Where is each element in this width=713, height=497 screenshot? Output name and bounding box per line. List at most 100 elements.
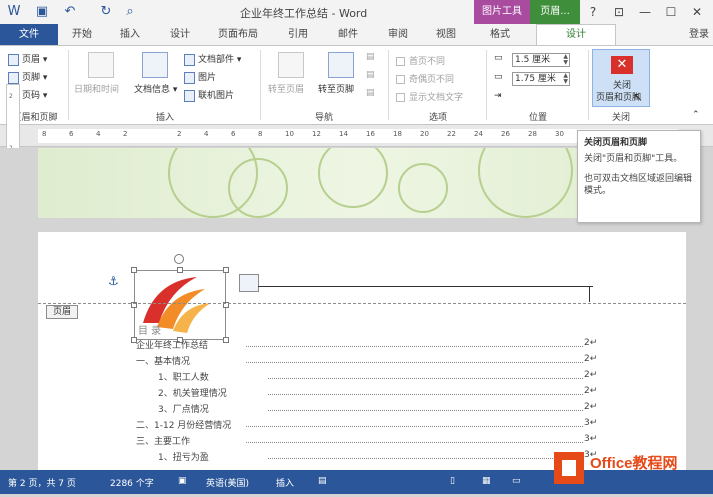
toc-entry[interactable]: 三、主要工作	[136, 434, 190, 447]
tooltip-line-1: 关闭"页眉和页脚"工具。	[584, 154, 683, 164]
footer-bottom-spinner[interactable]: 1.75 厘米 ▲ ▼	[512, 72, 570, 86]
toc-page-number: 2↵	[584, 338, 598, 348]
layout-options-icon[interactable]	[239, 274, 259, 292]
doc-info-button[interactable]: 文档信息 ▾	[134, 82, 177, 95]
link-previous-icon[interactable]: ▤	[366, 88, 375, 98]
resize-handle[interactable]	[223, 337, 229, 343]
close-icon: ✕	[611, 56, 633, 74]
ruler-tick-label: 30	[555, 130, 564, 138]
group-label-insert: 插入	[155, 113, 174, 123]
page-number-label: 页码	[22, 91, 41, 101]
show-document-text-checkbox[interactable]: 显示文档文字	[396, 90, 463, 103]
toc-entry[interactable]: 2、机关管理情况	[158, 386, 227, 399]
header-tag: 页眉	[46, 305, 78, 319]
date-time-button[interactable]: 日期和时间	[74, 82, 119, 95]
document-title: 企业年终工作总结 - Word	[240, 7, 368, 20]
login-link[interactable]: 登录	[689, 24, 709, 45]
macro-record-icon[interactable]: ▤	[318, 476, 327, 486]
ruler-tick-label: 8	[258, 130, 263, 138]
toc-leader	[246, 442, 583, 443]
toc-entry[interactable]: 3、厂点情况	[158, 402, 209, 415]
page-count[interactable]: 第 2 页，共 7 页	[8, 476, 76, 489]
doc-parts-dropdown[interactable]: 文档部件 ▾	[184, 52, 241, 66]
tab-format[interactable]: 格式	[490, 24, 510, 45]
footer-position-icon: ▭	[494, 72, 503, 82]
toc-page-number: 2↵	[584, 370, 598, 380]
close-window-button[interactable]: ✕	[688, 3, 706, 21]
ruler-tick-label: 18	[393, 130, 402, 138]
swirl-decoration	[228, 158, 288, 218]
goto-footer-button[interactable]: 转至页脚	[318, 82, 354, 95]
toc-entry[interactable]: 1、职工人数	[158, 370, 209, 383]
different-first-page-checkbox[interactable]: 首页不同	[396, 54, 445, 67]
resize-handle[interactable]	[177, 267, 183, 273]
footer-label: 页脚	[22, 73, 41, 83]
maximize-button[interactable]: ☐	[662, 3, 680, 21]
goto-header-button[interactable]: 转至页眉	[268, 82, 304, 95]
tab-page-layout[interactable]: 页面布局	[218, 24, 258, 45]
toc-leader	[268, 394, 583, 395]
toc-leader	[268, 378, 583, 379]
insert-alignment-tab-icon[interactable]: ⇥	[494, 91, 502, 101]
picture-button[interactable]: 图片	[184, 70, 216, 84]
header-dropdown[interactable]: 页眉 ▾	[8, 52, 47, 66]
tab-file[interactable]: 文件	[0, 24, 58, 45]
goto-header-icon	[278, 52, 304, 78]
tab-home[interactable]: 开始	[72, 24, 92, 45]
tab-design[interactable]: 设计	[170, 24, 190, 45]
ruler-tick-label: 8	[42, 130, 47, 138]
ruler-tick-label: 24	[474, 130, 483, 138]
language[interactable]: 英语(美国)	[206, 476, 249, 489]
next-icon[interactable]: ▤	[366, 70, 375, 80]
tab-review[interactable]: 审阅	[388, 24, 408, 45]
header-footer-tools-context: 页眉...	[530, 0, 580, 24]
toc-leader	[246, 346, 583, 347]
print-layout-icon[interactable]: ▦	[482, 476, 491, 486]
help-button[interactable]: ?	[584, 3, 602, 21]
tab-view[interactable]: 视图	[436, 24, 456, 45]
doc-parts-icon	[184, 53, 195, 66]
group-divider	[68, 50, 69, 120]
vertical-ruler-label: 2	[9, 93, 13, 100]
close-header-footer-button[interactable]: ✕ 关闭 页眉和页脚 ↖	[592, 49, 650, 107]
online-picture-button[interactable]: 联机图片	[184, 88, 234, 102]
minimize-button[interactable]: —	[636, 3, 654, 21]
undo-icon[interactable]: ↶	[62, 4, 78, 20]
read-mode-icon[interactable]: ▯	[450, 476, 455, 486]
redo-icon[interactable]: ↻	[98, 4, 114, 20]
previous-icon[interactable]: ▤	[366, 52, 375, 62]
collapse-ribbon-icon[interactable]: ⌃	[692, 110, 700, 120]
insert-mode[interactable]: 插入	[276, 476, 294, 489]
tooltip-title: 关闭页眉和页脚	[584, 138, 648, 148]
different-odd-even-checkbox[interactable]: 奇偶页不同	[396, 72, 454, 85]
rotate-handle[interactable]	[174, 254, 184, 264]
toc-entry[interactable]: 二、1-12 月份经营情况	[136, 418, 231, 431]
toc-entry[interactable]: 一、基本情况	[136, 354, 190, 367]
current-page[interactable]: ⚓ 页眉 目 录 企业年终工作总结 2↵ 一、基本情况 2↵ 1、职工人数 2↵ 2、机关管…	[38, 232, 686, 470]
swirl-decoration	[318, 148, 388, 208]
tab-mailings[interactable]: 邮件	[338, 24, 358, 45]
proofing-icon[interactable]: ▣	[178, 476, 187, 486]
tab-references[interactable]: 引用	[288, 24, 308, 45]
header-top-spinner[interactable]: 1.5 厘米 ▲ ▼	[512, 53, 570, 67]
tab-header-footer-design[interactable]: 设计	[536, 24, 616, 45]
group-divider	[388, 50, 389, 120]
tab-insert[interactable]: 插入	[120, 24, 140, 45]
picture-tools-context: 图片工具	[474, 0, 530, 24]
footer-dropdown[interactable]: 页脚 ▾	[8, 70, 47, 84]
ruler-tick-label: 28	[528, 130, 537, 138]
toc-entry[interactable]: 1、扭亏为盈	[158, 450, 209, 463]
anchor-icon: ⚓	[108, 274, 119, 288]
web-layout-icon[interactable]: ▭	[512, 476, 521, 486]
ribbon-display-options-button[interactable]: ⊡	[610, 3, 628, 21]
group-label-navigation: 导航	[314, 113, 333, 123]
resize-handle[interactable]	[131, 267, 137, 273]
toc-leader	[268, 458, 583, 459]
word-count[interactable]: 2286 个字	[110, 476, 154, 489]
word-icon: W	[7, 4, 21, 19]
print-preview-icon[interactable]: ⌕	[122, 4, 138, 20]
toc-entry[interactable]: 企业年终工作总结	[136, 338, 208, 351]
save-icon[interactable]: ▣	[34, 4, 50, 20]
tooltip-line-2: 也可双击文档区域返回编辑模式。	[584, 174, 693, 196]
resize-handle[interactable]	[223, 267, 229, 273]
